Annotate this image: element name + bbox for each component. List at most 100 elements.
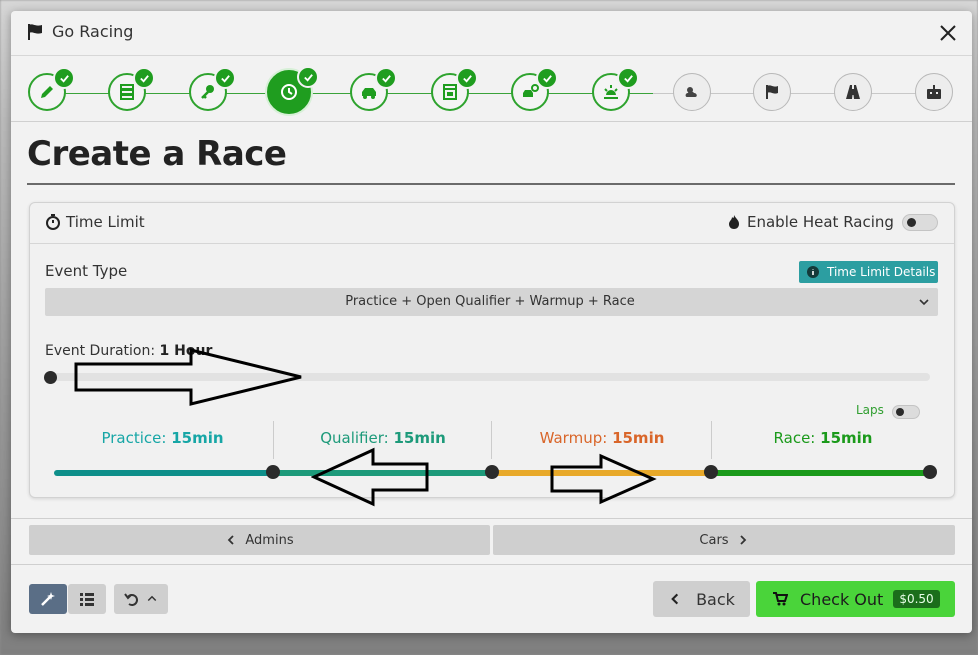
- check-icon: [375, 67, 397, 89]
- info-icon: [807, 266, 819, 278]
- warmup-value: 15min: [612, 429, 665, 447]
- close-button[interactable]: [938, 23, 958, 43]
- chevron-down-icon: [919, 299, 929, 306]
- time-limit-details-button[interactable]: Time Limit Details: [799, 261, 938, 283]
- back-label: Back: [696, 589, 735, 609]
- next-section-label: Cars: [699, 532, 729, 548]
- car-icon: [362, 88, 376, 99]
- list-icon: [80, 593, 94, 606]
- qualifier-warmup-handle[interactable]: [485, 465, 499, 479]
- flag-icon: [766, 85, 778, 99]
- laps-label: Laps: [856, 403, 884, 417]
- event-type-value: Practice + Open Qualifier + Warmup + Rac…: [345, 294, 635, 309]
- fire-icon: [729, 215, 739, 229]
- card-header: Time Limit Enable Heat Racing: [30, 203, 954, 243]
- step-time-limit[interactable]: [267, 66, 319, 114]
- check-icon: [536, 67, 558, 89]
- window-title: Go Racing: [52, 22, 134, 41]
- warmup-race-handle[interactable]: [704, 465, 718, 479]
- laps-toggle[interactable]: [892, 405, 920, 419]
- step-car-settings[interactable]: [511, 67, 558, 111]
- checkout-button[interactable]: Check Out $0.50: [756, 581, 955, 617]
- qualifier-value: 15min: [393, 429, 446, 447]
- event-type-select[interactable]: Practice + Open Qualifier + Warmup + Rac…: [45, 288, 938, 316]
- chevron-up-icon: [147, 595, 157, 602]
- step-cars[interactable]: [350, 67, 397, 111]
- title-rule: [27, 183, 955, 185]
- wizard-stepper: [11, 56, 972, 121]
- create-race-modal: Go Racing Create a Race Time Limit Enabl…: [11, 11, 972, 633]
- heat-racing-label: Enable Heat Racing: [747, 213, 894, 231]
- check-icon: [456, 67, 478, 89]
- divider: [11, 121, 972, 122]
- step-track[interactable]: [834, 73, 872, 111]
- pencil-icon: [41, 86, 53, 98]
- sunrise-icon: [604, 85, 618, 99]
- check-icon: [214, 67, 236, 89]
- practice-value: 15min: [171, 429, 224, 447]
- back-button[interactable]: Back: [653, 581, 750, 617]
- toggle-knob: [896, 408, 904, 416]
- magic-wand-button[interactable]: [29, 584, 67, 614]
- check-icon: [297, 66, 319, 88]
- race-bar: [711, 470, 930, 476]
- check-icon: [53, 67, 75, 89]
- race-duration: Race: 15min: [712, 429, 934, 447]
- divider: [11, 564, 972, 565]
- robot-icon: [927, 85, 941, 99]
- race-label: Race:: [773, 429, 816, 447]
- warmup-bar: [492, 470, 711, 476]
- time-limit-label: Time Limit: [66, 213, 145, 231]
- chevron-right-icon: [739, 535, 746, 545]
- step-server[interactable]: [108, 67, 155, 111]
- stopwatch-icon: [46, 214, 60, 230]
- road-icon: [846, 85, 860, 99]
- time-limit-card: Time Limit Enable Heat Racing Event Type…: [29, 202, 955, 498]
- step-key[interactable]: [189, 67, 236, 111]
- event-duration-slider-track[interactable]: [52, 373, 930, 381]
- modal-titlebar: Go Racing: [11, 11, 972, 55]
- step-garage[interactable]: [431, 67, 478, 111]
- qualifier-duration: Qualifier: 15min: [274, 429, 492, 447]
- race-end-handle[interactable]: [923, 465, 937, 479]
- checkout-label: Check Out: [800, 589, 884, 609]
- step-race-flag[interactable]: [753, 73, 791, 111]
- key-icon: [201, 85, 214, 99]
- prev-section-button[interactable]: Admins: [29, 525, 490, 555]
- chevron-left-icon: [671, 593, 679, 605]
- undo-button[interactable]: [114, 584, 168, 614]
- chevron-left-icon: [228, 535, 235, 545]
- duration-value: 1 Hour: [159, 343, 213, 359]
- step-time-of-day[interactable]: [592, 67, 639, 111]
- duration-caption: Event Duration:: [45, 343, 156, 359]
- practice-label: Practice:: [101, 429, 167, 447]
- garage-icon: [443, 84, 457, 100]
- step-pencil[interactable]: [28, 67, 75, 111]
- warmup-duration: Warmup: 15min: [492, 429, 712, 447]
- list-view-button[interactable]: [68, 584, 106, 614]
- race-value: 15min: [820, 429, 873, 447]
- heat-racing-toggle[interactable]: [902, 214, 938, 231]
- warmup-label: Warmup:: [539, 429, 608, 447]
- prev-section-label: Admins: [245, 532, 294, 548]
- check-icon: [133, 67, 155, 89]
- car-settings-icon: [523, 84, 539, 97]
- practice-qualifier-handle[interactable]: [266, 465, 280, 479]
- clock-icon: [281, 84, 297, 100]
- cart-icon: [773, 592, 788, 606]
- next-section-button[interactable]: Cars: [493, 525, 955, 555]
- price-badge: $0.50: [893, 590, 940, 608]
- details-button-label: Time Limit Details: [827, 265, 936, 279]
- divider: [30, 243, 954, 244]
- weather-icon: [685, 87, 697, 97]
- magic-wand-icon: [41, 592, 55, 606]
- qualifier-bar: [273, 470, 492, 476]
- step-ai-drivers[interactable]: [915, 73, 953, 111]
- page-title: Create a Race: [27, 134, 287, 174]
- event-duration-slider-handle[interactable]: [44, 371, 57, 384]
- event-duration-label: Event Duration: 1 Hour: [45, 343, 212, 359]
- server-icon: [120, 84, 134, 100]
- flag-icon: [28, 24, 42, 40]
- practice-duration: Practice: 15min: [45, 429, 280, 447]
- step-weather[interactable]: [673, 73, 711, 111]
